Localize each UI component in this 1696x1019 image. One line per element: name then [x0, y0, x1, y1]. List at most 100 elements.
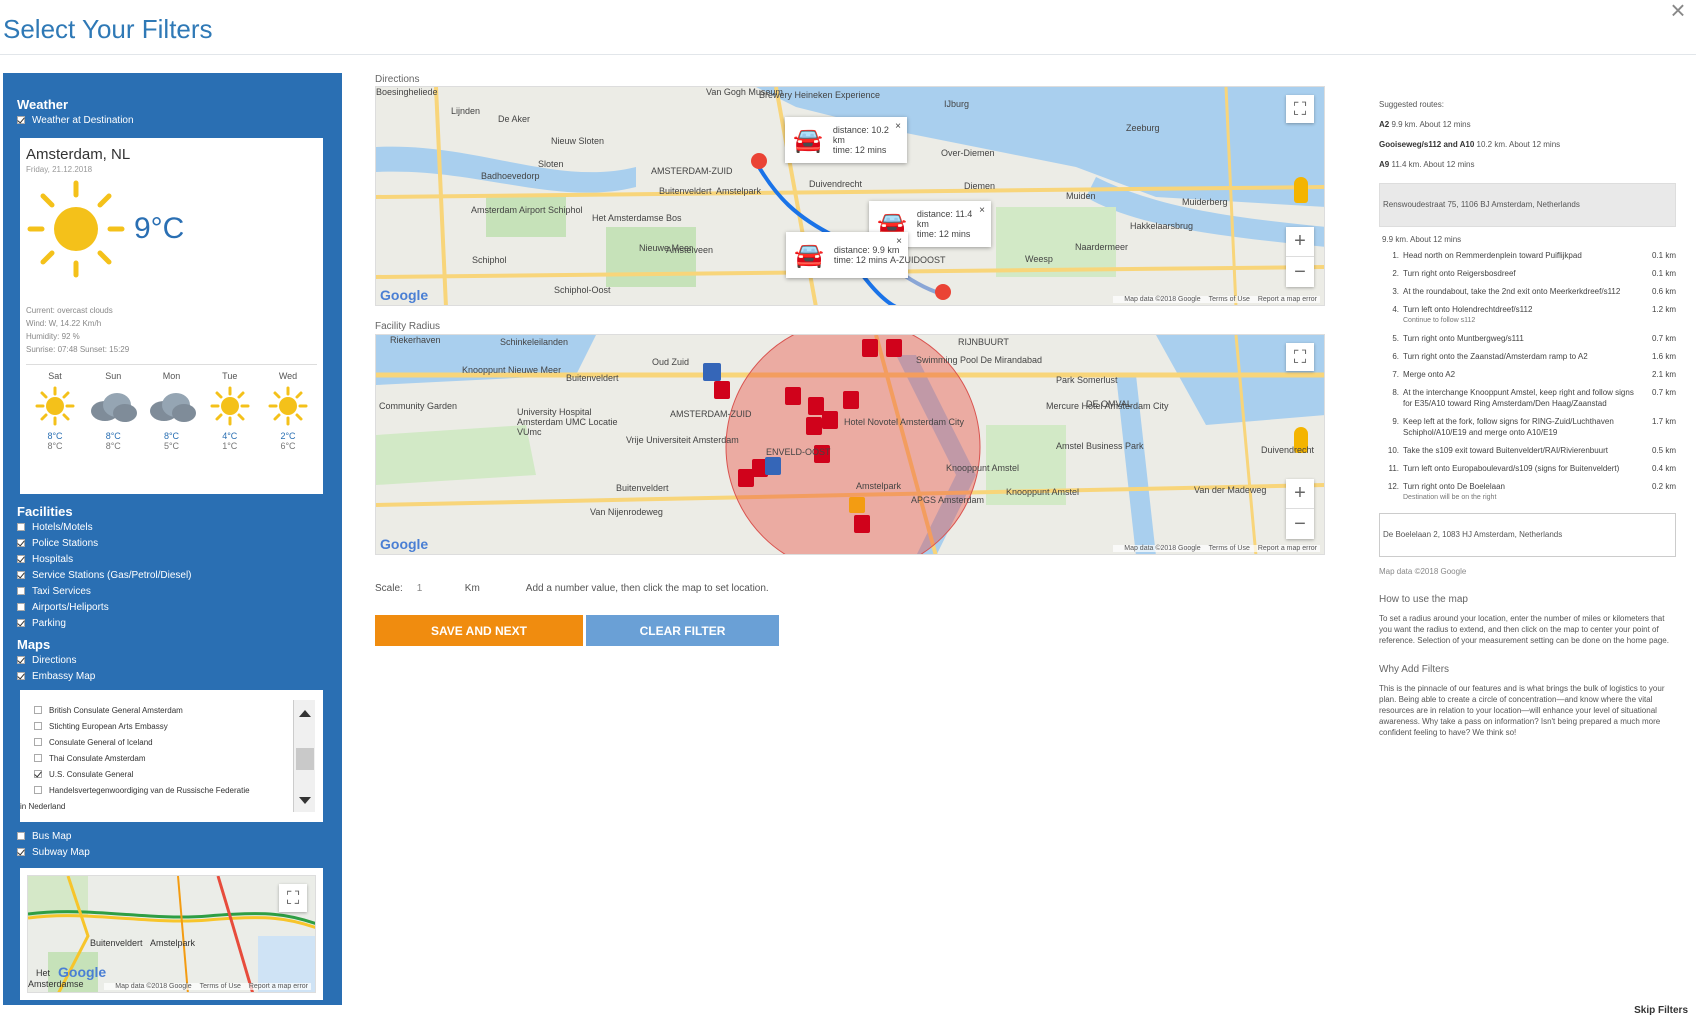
- facility-checkbox[interactable]: Airports/Heliports: [17, 599, 328, 615]
- parking-marker-icon[interactable]: [854, 515, 870, 533]
- terms-link[interactable]: Terms of Use: [1209, 296, 1250, 303]
- suggested-route[interactable]: Gooiseweg/s112 and A10 10.2 km. About 12…: [1379, 140, 1676, 149]
- zoom-control[interactable]: + −: [1286, 479, 1314, 539]
- close-icon[interactable]: ×: [1664, 0, 1692, 28]
- parking-marker-icon[interactable]: [862, 339, 878, 357]
- zoom-in-icon[interactable]: +: [1286, 227, 1314, 257]
- bus-marker-icon[interactable]: [703, 363, 721, 381]
- checkbox-icon[interactable]: [17, 555, 25, 563]
- checkbox-icon[interactable]: [34, 706, 42, 714]
- facility-checkbox[interactable]: Taxi Services: [17, 583, 328, 599]
- embassy-option[interactable]: Consulate General of Iceland: [34, 734, 323, 750]
- embassy-map-label: Embassy Map: [32, 670, 96, 682]
- facility-checkbox[interactable]: Parking: [17, 615, 328, 631]
- checkbox-icon[interactable]: [34, 738, 42, 746]
- checkbox-icon[interactable]: [17, 832, 25, 840]
- weather-sun-times: Sunrise: 07:48 Sunset: 15:29: [26, 345, 130, 354]
- embassy-scrollbar[interactable]: [293, 700, 315, 812]
- hospital-marker-icon[interactable]: [822, 411, 838, 429]
- zoom-out-icon[interactable]: −: [1286, 257, 1314, 287]
- checkbox-icon[interactable]: [17, 587, 25, 595]
- facility-checkbox[interactable]: Hospitals: [17, 551, 328, 567]
- page-title: Select Your Filters: [3, 14, 213, 44]
- checkbox-icon[interactable]: [17, 672, 25, 680]
- parking-marker-icon[interactable]: [738, 469, 754, 487]
- marker-b-icon[interactable]: [751, 153, 767, 169]
- facility-label: Airports/Heliports: [32, 601, 109, 613]
- save-and-next-button[interactable]: SAVE AND NEXT: [375, 615, 583, 646]
- popup-time: time: 12 mins: [832, 145, 887, 155]
- terms-link[interactable]: Terms of Use: [1209, 545, 1250, 552]
- parking-marker-icon[interactable]: [785, 387, 801, 405]
- scroll-down-icon[interactable]: [299, 797, 311, 804]
- parking-marker-icon[interactable]: [843, 391, 859, 409]
- subway-map-checkbox[interactable]: Subway Map: [17, 844, 328, 860]
- clear-filter-button[interactable]: CLEAR FILTER: [586, 615, 779, 646]
- checkbox-icon[interactable]: [34, 754, 42, 762]
- zoom-out-icon[interactable]: −: [1286, 509, 1314, 539]
- marker-a-icon[interactable]: [935, 284, 951, 300]
- scale-input[interactable]: [414, 579, 455, 597]
- map-place-label: Zeeburg: [1126, 123, 1160, 133]
- checkbox-icon[interactable]: [17, 571, 25, 579]
- step-number: 9.: [1392, 417, 1399, 426]
- facility-checkbox[interactable]: Hotels/Motels: [17, 519, 328, 535]
- close-icon[interactable]: ×: [896, 236, 902, 247]
- embassy-option[interactable]: British Consulate General Amsterdam: [34, 702, 323, 718]
- embassy-map-checkbox[interactable]: Embassy Map: [17, 668, 328, 684]
- scroll-up-icon[interactable]: [299, 710, 311, 717]
- embassy-option[interactable]: Stichting European Arts Embassy: [34, 718, 323, 734]
- checkbox-icon[interactable]: [17, 619, 25, 627]
- embassy-option[interactable]: U.S. Consulate General: [34, 766, 323, 782]
- skip-filters-link[interactable]: Skip Filters: [1634, 1005, 1688, 1016]
- bus-map-checkbox[interactable]: Bus Map: [17, 828, 328, 844]
- suggested-route[interactable]: A2 9.9 km. About 12 mins: [1379, 120, 1676, 129]
- terms-link[interactable]: Terms of Use: [200, 983, 241, 990]
- report-error-link[interactable]: Report a map error: [1258, 296, 1317, 303]
- direction-step: 10. Take the s109 exit toward Buitenvelde…: [1379, 445, 1676, 456]
- step-text: Turn left onto Holendrechtdreef/s112: [1403, 305, 1533, 314]
- scroll-thumb[interactable]: [296, 748, 314, 770]
- fullscreen-icon[interactable]: ⛶: [1286, 343, 1314, 371]
- checkbox-icon[interactable]: [34, 770, 42, 778]
- checkbox-icon[interactable]: [17, 603, 25, 611]
- parking-marker-icon[interactable]: [714, 381, 730, 399]
- close-icon[interactable]: ×: [895, 121, 901, 132]
- report-error-link[interactable]: Report a map error: [1258, 545, 1317, 552]
- zoom-in-icon[interactable]: +: [1286, 479, 1314, 509]
- checkbox-icon[interactable]: [17, 116, 25, 124]
- embassy-option[interactable]: Thai Consulate Amsterdam: [34, 750, 323, 766]
- directions-map[interactable]: ⛶ + − 🚘 distance: 10.2 km time: 12 mins × 🚘 d…: [375, 86, 1325, 306]
- weather-at-destination-checkbox[interactable]: Weather at Destination: [17, 112, 328, 128]
- popup-time: time: 12 mins: [916, 229, 971, 239]
- checkbox-icon[interactable]: [17, 848, 25, 856]
- directions-checkbox[interactable]: Directions: [17, 652, 328, 668]
- subway-map[interactable]: ⛶ Buitenveldert Amstelpark Het Amsterdam…: [27, 875, 316, 993]
- police-marker-icon[interactable]: [765, 457, 781, 475]
- embassy-list[interactable]: British Consulate General Amsterdam Stich…: [20, 690, 323, 822]
- gas-marker-icon[interactable]: [849, 497, 865, 513]
- fullscreen-icon[interactable]: ⛶: [1286, 95, 1314, 123]
- checkbox-icon[interactable]: [17, 656, 25, 664]
- checkbox-icon[interactable]: [17, 523, 25, 531]
- hospital-marker-icon[interactable]: [806, 417, 822, 435]
- route-popup[interactable]: 🚘 distance: 10.2 km time: 12 mins ×: [785, 117, 907, 163]
- parking-marker-icon[interactable]: [886, 339, 902, 357]
- facility-checkbox[interactable]: Service Stations (Gas/Petrol/Diesel): [17, 567, 328, 583]
- step-text: Take the s109 exit toward Buitenveldert/…: [1403, 446, 1608, 455]
- embassy-option[interactable]: Handelsvertegenwoordiging van de Russisc…: [34, 782, 323, 798]
- fullscreen-icon[interactable]: ⛶: [279, 884, 307, 912]
- report-error-link[interactable]: Report a map error: [249, 983, 308, 990]
- checkbox-icon[interactable]: [34, 722, 42, 730]
- zoom-control[interactable]: + −: [1286, 227, 1314, 287]
- checkbox-icon[interactable]: [34, 786, 42, 794]
- pegman-icon[interactable]: [1294, 177, 1308, 203]
- car-icon: 🚘: [793, 126, 823, 154]
- parking-marker-icon[interactable]: [808, 397, 824, 415]
- suggested-route[interactable]: A9 11.4 km. About 12 mins: [1379, 160, 1676, 169]
- close-icon[interactable]: ×: [979, 205, 985, 216]
- checkbox-icon[interactable]: [17, 539, 25, 547]
- step-distance: 2.1 km: [1651, 370, 1676, 379]
- facility-checkbox[interactable]: Police Stations: [17, 535, 328, 551]
- facility-radius-map[interactable]: ⛶ + − Riekerhaven Schinkeleilanden Oud Zuid…: [375, 334, 1325, 555]
